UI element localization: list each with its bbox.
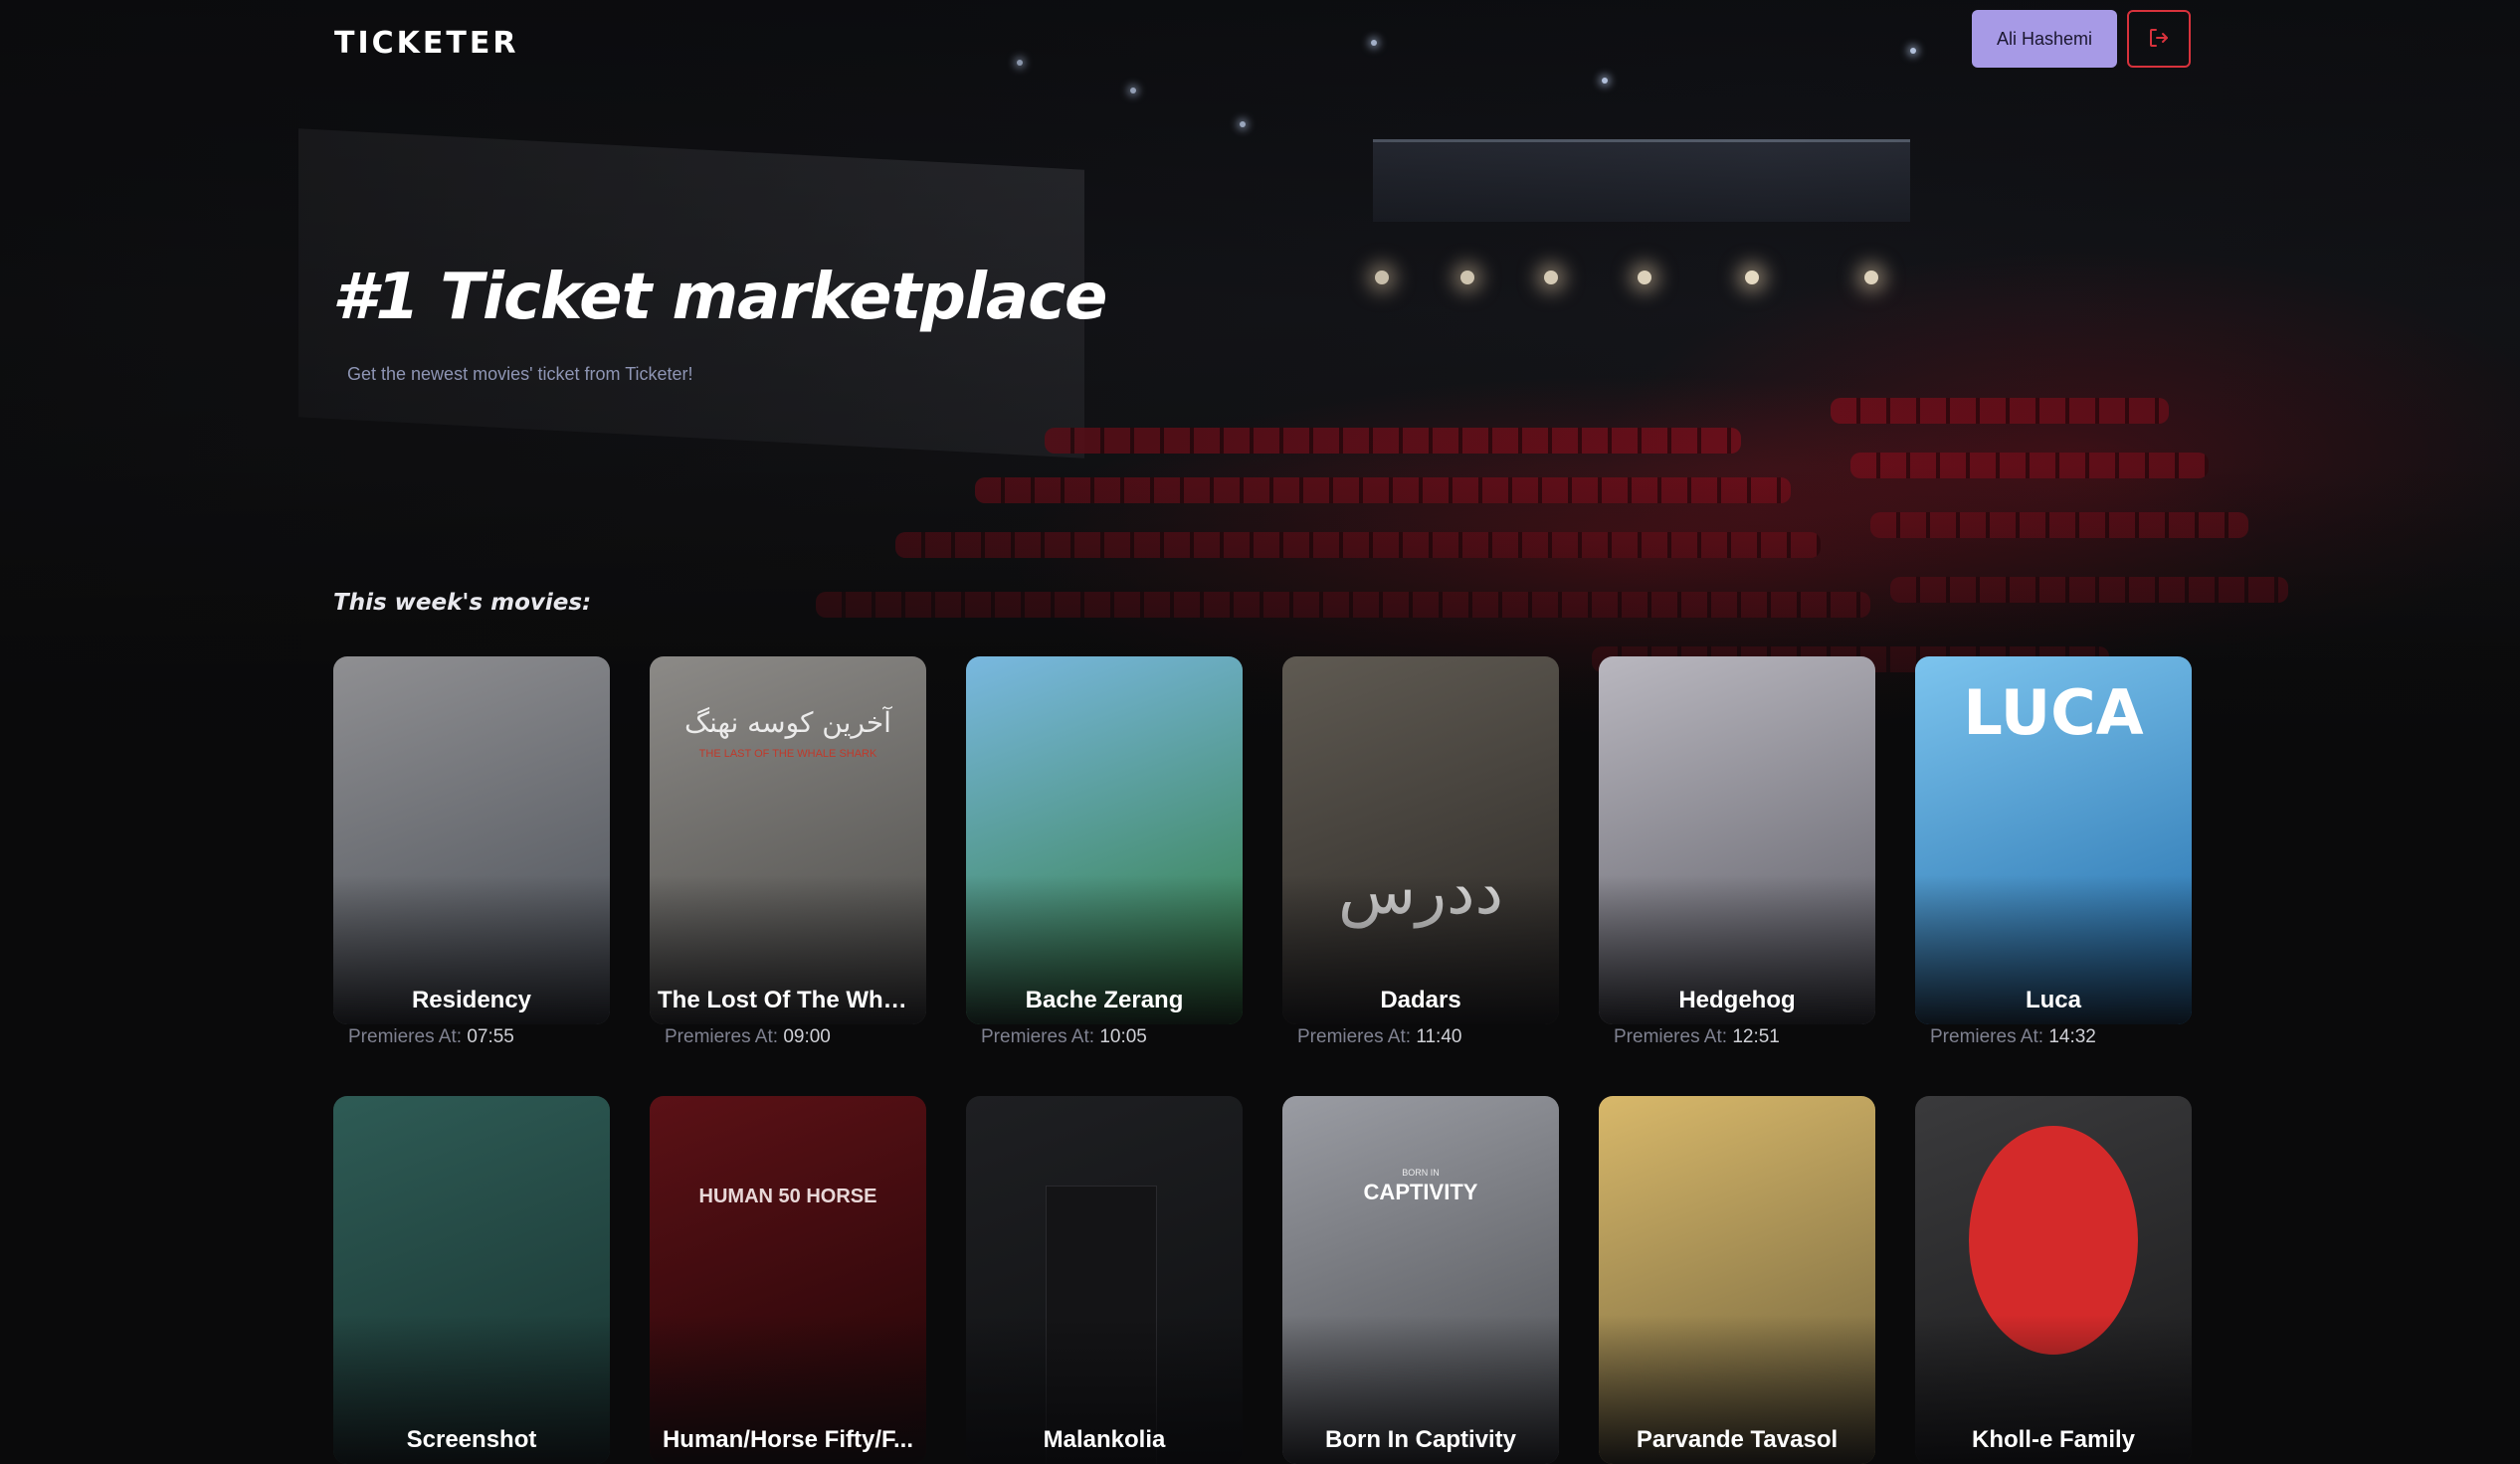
movie-card[interactable]: Malankolia — [966, 1096, 1243, 1464]
premiere-info: Premieres At: 07:55 — [333, 1026, 610, 1048]
movie-card[interactable]: LUCA Luca Premieres At: 14:32 — [1915, 656, 2192, 1048]
movie-title: Kholl-e Family — [1971, 1426, 2136, 1453]
movie-card[interactable]: BORN IN CAPTIVITY Born In Captivity — [1282, 1096, 1559, 1464]
hero-title: #1 Ticket marketplace — [332, 261, 1107, 334]
movie-poster[interactable]: ددرس Dadars — [1282, 656, 1559, 1024]
premiere-info: Premieres At: 10:05 — [966, 1026, 1243, 1048]
movie-poster[interactable]: Malankolia — [966, 1096, 1243, 1464]
poster-text: THE LAST OF THE WHALE SHARK — [698, 748, 877, 760]
premiere-time: 10:05 — [1099, 1026, 1147, 1047]
movie-card[interactable]: HUMAN 50 HORSE Human/Horse Fifty/F... — [650, 1096, 926, 1464]
movie-title: Parvande Tavasol — [1636, 1426, 1839, 1453]
movie-card[interactable]: Residency Premieres At: 07:55 — [333, 656, 610, 1048]
movie-card[interactable]: آخرین کوسه نهنگ THE LAST OF THE WHALE SH… — [650, 656, 926, 1048]
movie-poster[interactable]: Residency — [333, 656, 610, 1024]
movie-poster[interactable]: آخرین کوسه نهنگ THE LAST OF THE WHALE SH… — [650, 656, 926, 1024]
premiere-label: Premieres At: — [1614, 1026, 1728, 1047]
movie-title: Residency — [411, 987, 532, 1013]
poster-text: BORN IN — [1402, 1168, 1440, 1178]
premiere-time: 14:32 — [2048, 1026, 2096, 1047]
movie-title: Human/Horse Fifty/F... — [662, 1426, 914, 1453]
poster-text: LUCA — [1963, 676, 2144, 749]
poster-text: HUMAN 50 HORSE — [698, 1186, 877, 1207]
premiere-label: Premieres At: — [1297, 1026, 1412, 1047]
movie-title: Born In Captivity — [1324, 1426, 1516, 1453]
poster-text: آخرین کوسه نهنگ — [684, 706, 891, 739]
movie-title: Screenshot — [406, 1426, 537, 1453]
poster-text: CAPTIVITY — [1363, 1180, 1478, 1204]
premiere-time: 07:55 — [467, 1026, 514, 1047]
movie-card[interactable]: Bache Zerang Premieres At: 10:05 — [966, 656, 1243, 1048]
premiere-time: 09:00 — [783, 1026, 831, 1047]
movie-poster[interactable]: Hedgehog — [1599, 656, 1875, 1024]
movie-card[interactable]: Parvande Tavasol — [1599, 1096, 1875, 1464]
movie-card[interactable]: Hedgehog Premieres At: 12:51 — [1599, 656, 1875, 1048]
premiere-info: Premieres At: 12:51 — [1599, 1026, 1875, 1048]
movie-poster[interactable]: HUMAN 50 HORSE Human/Horse Fifty/F... — [650, 1096, 926, 1464]
premiere-label: Premieres At: — [348, 1026, 463, 1047]
movie-poster[interactable]: BORN IN CAPTIVITY Born In Captivity — [1282, 1096, 1559, 1464]
premiere-label: Premieres At: — [1930, 1026, 2044, 1047]
premiere-label: Premieres At: — [665, 1026, 779, 1047]
logout-icon — [2147, 26, 2171, 53]
movie-poster[interactable]: Kholl-e Family — [1915, 1096, 2192, 1464]
section-title: This week's movies: — [333, 590, 592, 616]
movie-poster[interactable]: Bache Zerang — [966, 656, 1243, 1024]
movie-poster[interactable]: Screenshot — [333, 1096, 610, 1464]
premiere-info: Premieres At: 09:00 — [650, 1026, 926, 1048]
logout-button[interactable] — [2127, 10, 2191, 68]
premiere-info: Premieres At: 11:40 — [1282, 1026, 1559, 1048]
movie-title: Hedgehog — [1678, 987, 1796, 1013]
movie-poster[interactable]: LUCA Luca — [1915, 656, 2192, 1024]
movie-title: Luca — [2025, 987, 2081, 1013]
user-profile-button[interactable]: Ali Hashemi — [1972, 10, 2117, 68]
movie-title: Dadars — [1380, 987, 1461, 1013]
premiere-time: 12:51 — [1732, 1026, 1780, 1047]
movie-card[interactable]: Screenshot — [333, 1096, 610, 1464]
premiere-time: 11:40 — [1416, 1026, 1462, 1047]
movie-title: Malankolia — [1043, 1426, 1166, 1453]
premiere-info: Premieres At: 14:32 — [1915, 1026, 2192, 1048]
movie-poster[interactable]: Parvande Tavasol — [1599, 1096, 1875, 1464]
movie-card[interactable]: Kholl-e Family — [1915, 1096, 2192, 1464]
hero-subtitle: Get the newest movies' ticket from Ticke… — [347, 364, 693, 384]
premiere-label: Premieres At: — [981, 1026, 1095, 1047]
movie-title: The Lost Of The Whal... — [658, 987, 918, 1013]
logo[interactable]: TICKETER — [334, 26, 518, 61]
movie-title: Bache Zerang — [1025, 987, 1184, 1013]
movie-card[interactable]: ددرس Dadars Premieres At: 11:40 — [1282, 656, 1559, 1048]
